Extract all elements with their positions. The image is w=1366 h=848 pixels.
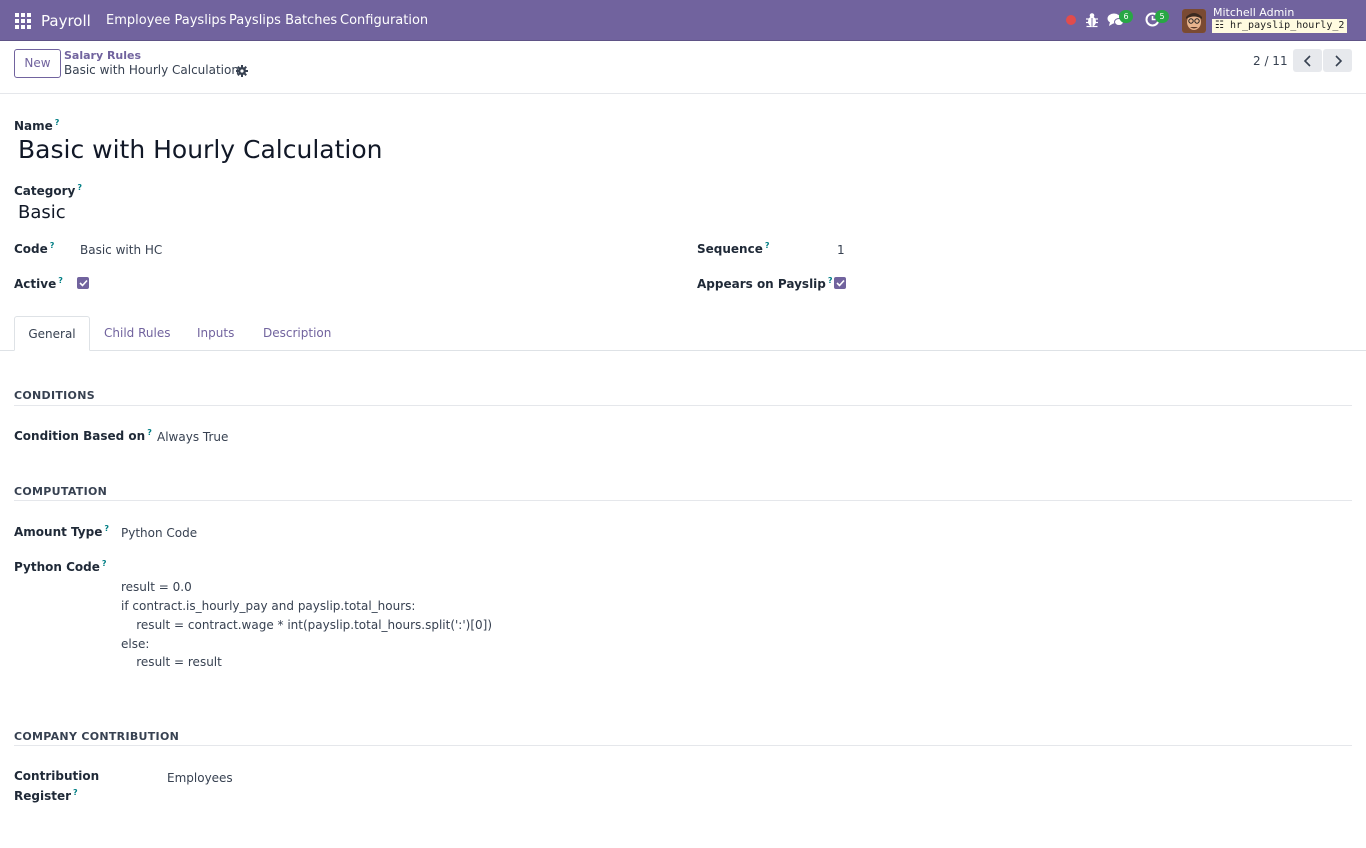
tab-general[interactable]: General: [14, 316, 90, 351]
breadcrumb-current: Basic with Hourly Calculation: [64, 63, 239, 77]
code-help-icon[interactable]: ?: [50, 241, 55, 250]
contribution-register-label-line2: Register?: [14, 788, 78, 803]
name-help-icon[interactable]: ?: [55, 118, 60, 127]
gear-icon[interactable]: [236, 65, 248, 77]
check-icon: [835, 279, 845, 287]
user-avatar[interactable]: [1182, 9, 1206, 33]
menu-configuration[interactable]: Configuration: [340, 13, 428, 28]
top-navbar: Payroll Employee Payslips Payslips Batch…: [0, 0, 1366, 41]
active-help-icon[interactable]: ?: [58, 276, 63, 285]
contribution-register-label-line1: Contribution: [14, 769, 100, 783]
name-field[interactable]: Basic with Hourly Calculation: [18, 135, 383, 164]
code-line: else:: [121, 637, 150, 651]
computation-section-title: COMPUTATION: [14, 485, 108, 498]
pager-next-button[interactable]: [1323, 49, 1352, 72]
code-line: result = 0.0: [121, 580, 192, 594]
sequence-field[interactable]: 1: [837, 243, 845, 257]
category-label: Category?: [14, 183, 82, 198]
messages-badge: 6: [1119, 10, 1133, 23]
bug-icon[interactable]: [1085, 12, 1099, 28]
condition-help-icon[interactable]: ?: [147, 428, 152, 437]
control-panel: New Salary Rules Basic with Hourly Calcu…: [0, 41, 1366, 94]
code-line: result = result: [121, 655, 222, 669]
conditions-divider: [14, 405, 1352, 406]
category-help-icon[interactable]: ?: [77, 183, 82, 192]
active-label: Active?: [14, 276, 63, 291]
app-brand[interactable]: Payroll: [41, 12, 91, 30]
contribution-help-icon[interactable]: ?: [73, 788, 78, 797]
company-contribution-section-title: COMPANY CONTRIBUTION: [14, 730, 180, 743]
sequence-label: Sequence?: [697, 241, 770, 256]
condition-based-on-label: Condition Based on?: [14, 428, 152, 443]
check-icon: [78, 279, 88, 287]
menu-employee-payslips[interactable]: Employee Payslips: [106, 13, 226, 28]
company-contribution-divider: [14, 745, 1352, 746]
appears-on-payslip-label: Appears on Payslip?: [697, 276, 833, 291]
tab-child-rules[interactable]: Child Rules: [104, 316, 170, 351]
contribution-register-field[interactable]: Employees: [167, 771, 233, 785]
menu-payslips-batches[interactable]: Payslips Batches: [229, 13, 337, 28]
code-line: if contract.is_hourly_pay and payslip.to…: [121, 599, 416, 613]
python-code-label: Python Code?: [14, 559, 107, 574]
tab-description[interactable]: Description: [263, 316, 331, 351]
chevron-right-icon: [1334, 54, 1342, 67]
user-name[interactable]: Mitchell Admin: [1213, 6, 1294, 19]
active-checkbox[interactable]: [77, 277, 89, 289]
condition-based-on-field[interactable]: Always True: [157, 430, 228, 444]
conditions-section-title: CONDITIONS: [14, 389, 95, 402]
amount-type-label: Amount Type?: [14, 524, 109, 539]
category-field[interactable]: Basic: [18, 202, 66, 223]
code-line: result = contract.wage * int(payslip.tot…: [121, 618, 493, 632]
database-icon: ☷: [1215, 20, 1230, 31]
sequence-help-icon[interactable]: ?: [765, 241, 770, 250]
computation-divider: [14, 500, 1352, 501]
code-field[interactable]: Basic with HC: [80, 243, 162, 257]
pager-value[interactable]: 2 / 11: [1253, 54, 1288, 68]
activities-badge: 5: [1155, 10, 1169, 23]
chevron-left-icon: [1303, 54, 1311, 67]
amount-type-field[interactable]: Python Code: [121, 526, 197, 540]
database-label: hr_payslip_hourly_2: [1230, 20, 1345, 31]
recording-dot-icon[interactable]: [1066, 15, 1076, 25]
appears-help-icon[interactable]: ?: [828, 276, 833, 285]
pager-previous-button[interactable]: [1293, 49, 1322, 72]
breadcrumb-salary-rules[interactable]: Salary Rules: [64, 49, 141, 62]
appears-on-payslip-checkbox[interactable]: [834, 277, 846, 289]
new-button[interactable]: New: [14, 49, 61, 78]
apps-menu-icon[interactable]: [15, 13, 31, 29]
amount-type-help-icon[interactable]: ?: [104, 524, 109, 533]
database-name: ☷ hr_payslip_hourly_2: [1212, 19, 1348, 33]
tab-inputs[interactable]: Inputs: [197, 316, 234, 351]
name-label: Name?: [14, 118, 60, 133]
code-label: Code?: [14, 241, 55, 256]
python-code-help-icon[interactable]: ?: [102, 559, 107, 568]
